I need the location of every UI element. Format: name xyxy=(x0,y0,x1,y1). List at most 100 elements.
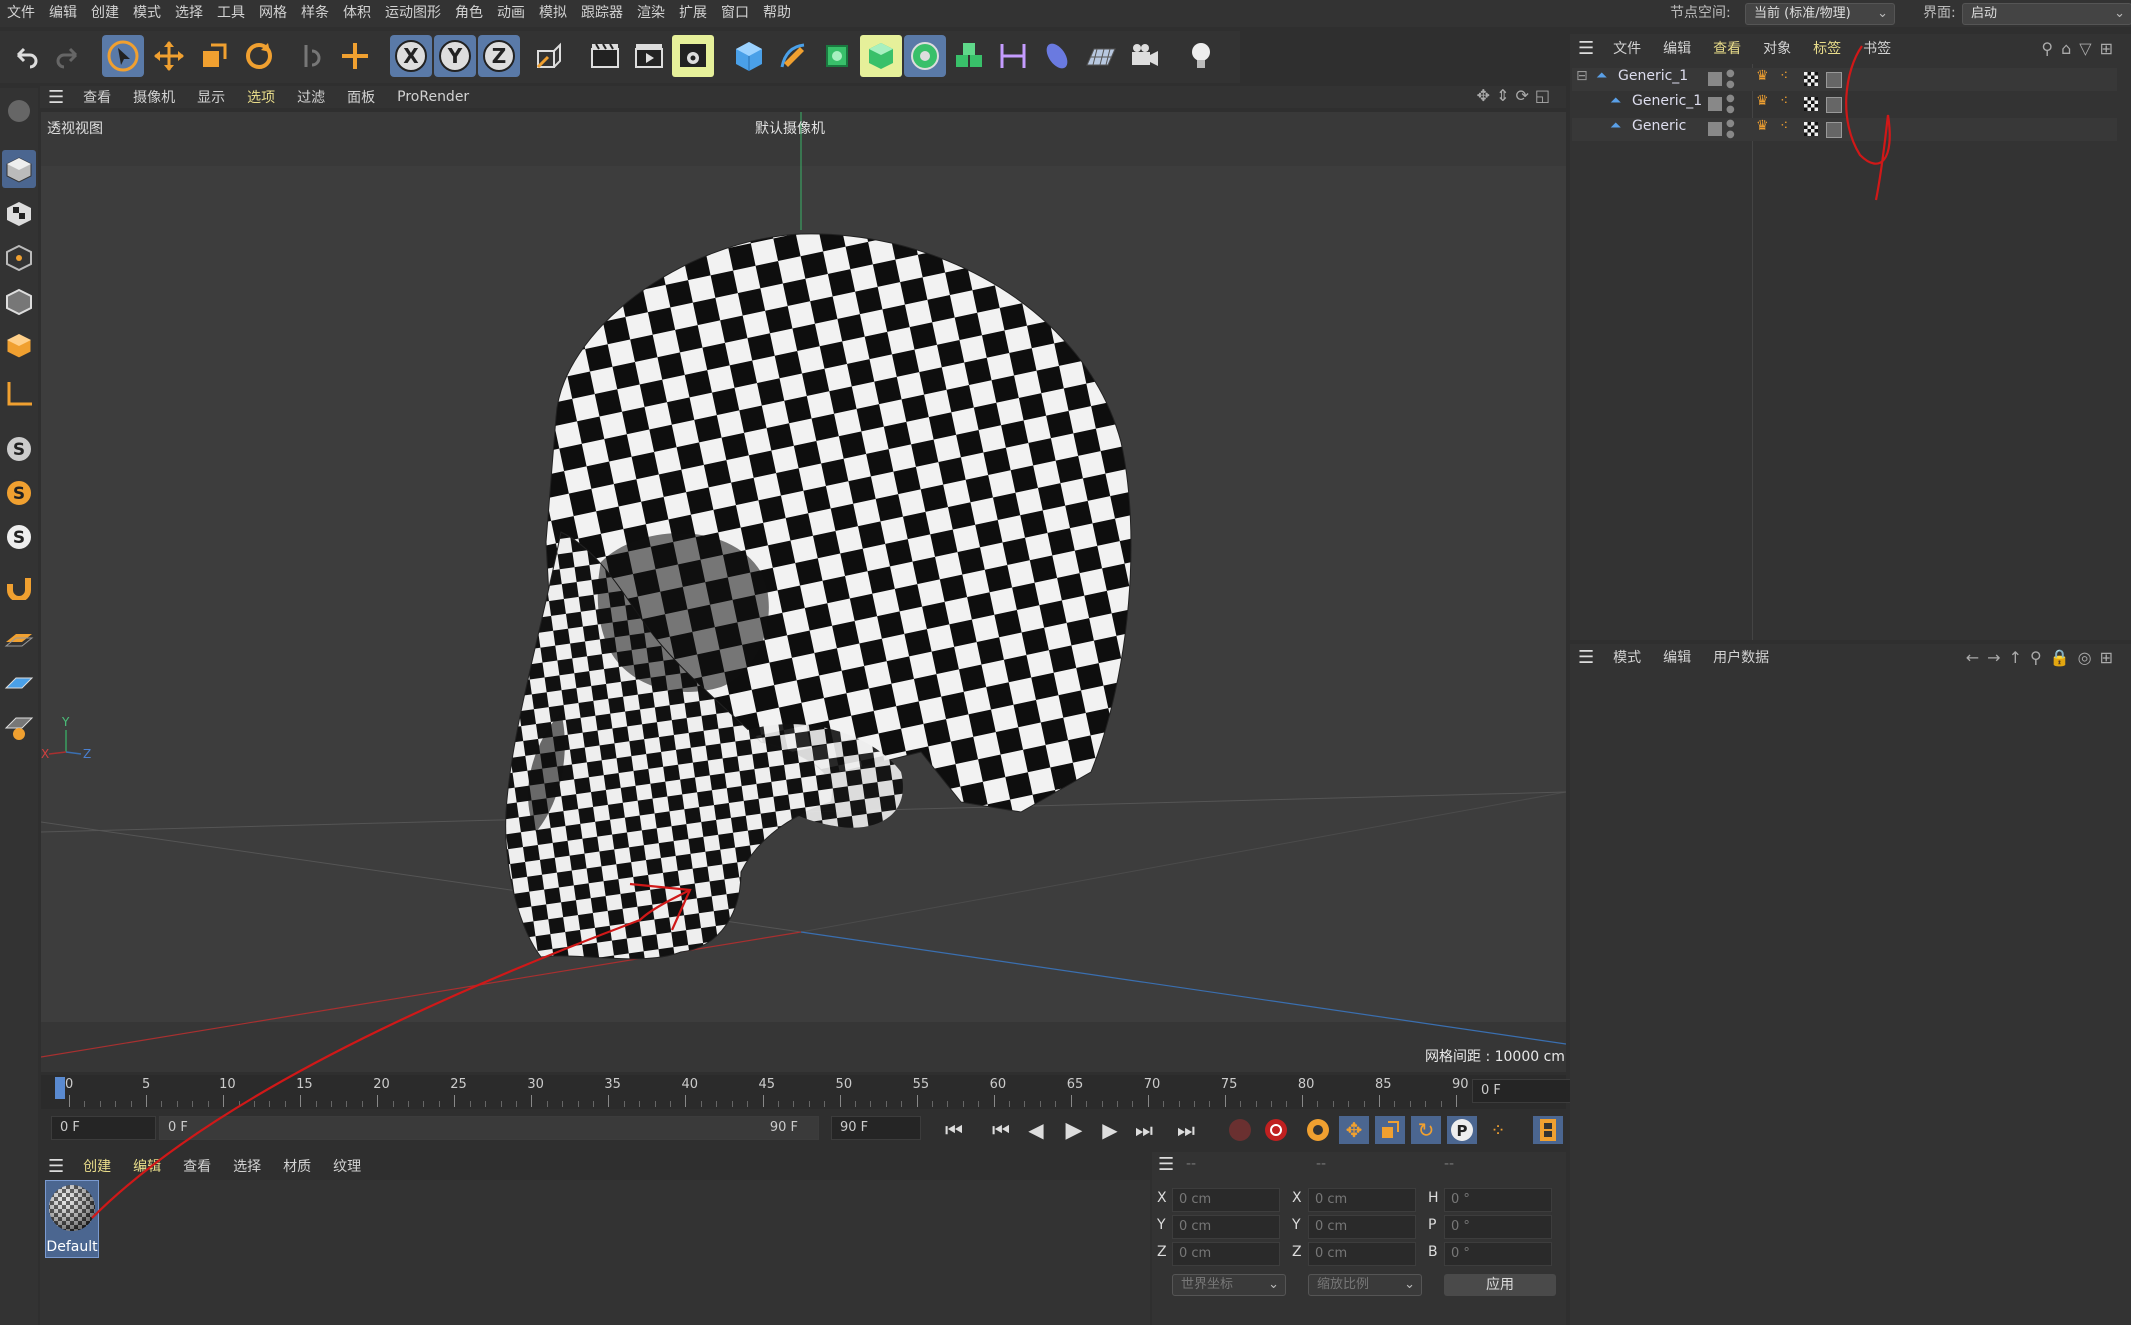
attribute-menu-user-data[interactable]: 用户数据 xyxy=(1702,647,1780,667)
mograph-cloner-grid-button[interactable] xyxy=(948,35,990,77)
menu-render[interactable]: 渲染 xyxy=(630,0,672,27)
render-to-picture-viewer-button[interactable] xyxy=(628,35,670,77)
dots-tag-icon[interactable]: ⁖ xyxy=(1780,68,1788,84)
attribute-menu-edit[interactable]: 编辑 xyxy=(1652,647,1702,667)
crown-tag-icon[interactable]: ♛ xyxy=(1756,93,1769,109)
subdivision-surface-button[interactable] xyxy=(816,35,858,77)
material-tag-icon[interactable] xyxy=(1826,97,1842,113)
lock-y-button[interactable]: Y xyxy=(434,35,476,77)
solo-button[interactable]: S xyxy=(2,430,36,468)
viewport-menu-panel[interactable]: 面板 xyxy=(336,87,386,107)
viewport-menu-prorender[interactable]: ProRender xyxy=(386,89,480,105)
hamburger-icon[interactable]: ☰ xyxy=(1158,1154,1174,1175)
object-menu-tags[interactable]: 标签 xyxy=(1802,38,1852,58)
go-to-end-button[interactable]: ⏭ xyxy=(1171,1116,1201,1144)
lock-z-button[interactable]: Z xyxy=(478,35,520,77)
texture-mode-button[interactable] xyxy=(2,194,36,232)
pen-spline-button[interactable] xyxy=(772,35,814,77)
viewport-menu-cameras[interactable]: 摄像机 xyxy=(122,87,186,107)
solo-off-button[interactable]: S xyxy=(2,518,36,556)
cloner-button[interactable] xyxy=(904,35,946,77)
rotation-p-field[interactable]: 0 ° xyxy=(1444,1215,1552,1239)
material-menu-material[interactable]: 材质 xyxy=(272,1156,322,1176)
node-space-dropdown[interactable]: 当前 (标准/物理) ⌄ xyxy=(1745,3,1895,25)
current-frame-field[interactable]: 0 F xyxy=(1472,1079,1572,1103)
material-menu-view[interactable]: 查看 xyxy=(172,1156,222,1176)
model-mode-button[interactable] xyxy=(2,150,36,188)
object-menu-file[interactable]: 文件 xyxy=(1602,38,1652,58)
lock-x-button[interactable]: X xyxy=(390,35,432,77)
crown-tag-icon[interactable]: ♛ xyxy=(1756,68,1769,84)
object-row[interactable]: ⊟ ⏶ Generic_1 ● ● ♛ ⁖ xyxy=(1572,68,2117,91)
object-menu-edit[interactable]: 编辑 xyxy=(1652,38,1702,58)
material-menu-texture[interactable]: 纹理 xyxy=(322,1156,372,1176)
render-settings-button[interactable] xyxy=(672,35,714,77)
coord-system-dropdown[interactable]: 世界坐标 ⌄ xyxy=(1172,1274,1286,1296)
field-button[interactable] xyxy=(1036,35,1078,77)
menu-animate[interactable]: 动画 xyxy=(490,0,532,27)
viewport-menu-filter[interactable]: 过滤 xyxy=(286,87,336,107)
attribute-nav-icons[interactable]: ←→↑⚲🔒◎⊞ xyxy=(1966,648,2121,667)
scale-tool-button[interactable] xyxy=(193,35,235,77)
render-view-button[interactable] xyxy=(584,35,626,77)
hamburger-icon[interactable]: ☰ xyxy=(40,1156,72,1177)
next-key-button[interactable]: ⏭ xyxy=(1129,1116,1159,1144)
start-frame-field[interactable]: 0 F xyxy=(51,1116,156,1140)
key-pla-button[interactable]: ⁘ xyxy=(1483,1116,1513,1144)
make-editable-button[interactable] xyxy=(2,92,36,130)
object-menu-bookmarks[interactable]: 书签 xyxy=(1852,38,1902,58)
interface-dropdown[interactable]: 启动 ⌄ xyxy=(1962,3,2131,25)
light-object-button[interactable] xyxy=(1180,35,1222,77)
menu-extensions[interactable]: 扩展 xyxy=(672,0,714,27)
rotation-h-field[interactable]: 0 ° xyxy=(1444,1188,1552,1212)
menu-window[interactable]: 窗口 xyxy=(714,0,756,27)
viewport-menu-options[interactable]: 选项 xyxy=(236,87,286,107)
deformer-button[interactable] xyxy=(992,35,1034,77)
menu-mograph[interactable]: 运动图形 xyxy=(378,0,448,27)
texture-tag-icon[interactable] xyxy=(1804,72,1818,86)
material-default[interactable]: Default xyxy=(45,1180,99,1258)
object-row[interactable]: ⏶ Generic_1 ● ● ♛ ⁖ xyxy=(1572,93,2117,116)
undo-button[interactable] xyxy=(4,35,46,77)
cube-object-button[interactable] xyxy=(728,35,770,77)
key-position-button[interactable]: ✥ xyxy=(1339,1116,1369,1144)
locked-workplane-button[interactable] xyxy=(2,708,36,746)
rotate-tool-button[interactable] xyxy=(238,35,280,77)
visibility-dots-icon[interactable]: ● ● xyxy=(1726,118,1735,140)
attribute-menu-mode[interactable]: 模式 xyxy=(1602,647,1652,667)
step-back-button[interactable]: ◀ xyxy=(1021,1116,1051,1144)
viewport-menu-view[interactable]: 查看 xyxy=(72,87,122,107)
rotation-b-field[interactable]: 0 ° xyxy=(1444,1242,1552,1266)
menu-character[interactable]: 角色 xyxy=(448,0,490,27)
step-forward-button[interactable]: ▶ xyxy=(1095,1116,1125,1144)
solo-hierarchy-button[interactable]: S xyxy=(2,474,36,512)
snap-button[interactable] xyxy=(2,566,36,604)
object-menu-object[interactable]: 对象 xyxy=(1752,38,1802,58)
texture-tag-icon[interactable] xyxy=(1804,122,1818,136)
menu-tracker[interactable]: 跟踪器 xyxy=(574,0,630,27)
move-tool-button[interactable] xyxy=(148,35,190,77)
apply-button[interactable]: 应用 xyxy=(1444,1274,1556,1296)
object-row[interactable]: ⏶ Generic ● ● ♛ ⁖ xyxy=(1572,118,2117,141)
frame-range-slider[interactable]: 0 F 90 F xyxy=(159,1116,819,1140)
workplane-button[interactable] xyxy=(2,620,36,658)
menu-mesh[interactable]: 网格 xyxy=(252,0,294,27)
material-menu-select[interactable]: 选择 xyxy=(222,1156,272,1176)
points-mode-button[interactable] xyxy=(2,238,36,276)
size-x-field[interactable]: 0 cm xyxy=(1308,1188,1416,1212)
object-menu-view[interactable]: 查看 xyxy=(1702,38,1752,58)
material-menu-create[interactable]: 创建 xyxy=(72,1156,122,1176)
scale-mode-dropdown[interactable]: 缩放比例 ⌄ xyxy=(1308,1274,1422,1296)
autokey-button[interactable] xyxy=(1225,1116,1255,1144)
visibility-dots-icon[interactable]: ● ● xyxy=(1726,68,1735,90)
menu-file[interactable]: 文件 xyxy=(0,0,42,27)
camera-object-button[interactable] xyxy=(1124,35,1166,77)
material-menu-edit[interactable]: 编辑 xyxy=(122,1156,172,1176)
dots-tag-icon[interactable]: ⁖ xyxy=(1780,93,1788,109)
timeline-ruler[interactable]: 0 5 10 15 20 25 30 35 40 45 50 55 60 65 70 75 80 85 90 xyxy=(41,1075,1566,1109)
extrude-generator-button[interactable] xyxy=(860,35,902,77)
timeline-window-button[interactable] xyxy=(1533,1116,1563,1144)
record-button[interactable] xyxy=(1261,1116,1291,1144)
axis-mode-button[interactable] xyxy=(2,374,36,412)
prev-key-button[interactable]: ⏮ xyxy=(986,1116,1016,1144)
